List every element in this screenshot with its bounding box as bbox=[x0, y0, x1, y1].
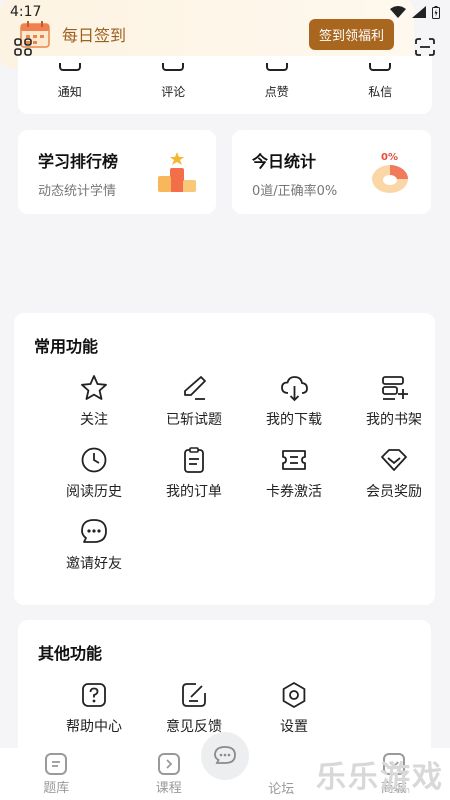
common-functions-card: 常用功能 关注 已斩试题 我的下载 我的书架 阅读历史 我的订单 卡券激活 会员… bbox=[14, 313, 435, 605]
battery-icon bbox=[432, 5, 440, 19]
message-item-private[interactable]: 私信 bbox=[340, 63, 420, 100]
like-icon bbox=[265, 63, 288, 71]
function-downloads[interactable]: 我的下载 bbox=[244, 373, 344, 429]
accuracy-ring-label: 0% bbox=[381, 152, 398, 163]
status-bar: 4:17 bbox=[0, 0, 450, 24]
help-icon bbox=[82, 683, 106, 707]
today-stats-card[interactable]: 今日统计 0道/正确率0% 0% bbox=[232, 130, 431, 214]
function-help-center[interactable]: 帮助中心 bbox=[44, 680, 144, 736]
common-functions-grid: 关注 已斩试题 我的下载 我的书架 阅读历史 我的订单 卡券激活 会员奖励 邀请… bbox=[44, 373, 422, 573]
other-functions-title: 其他功能 bbox=[38, 644, 103, 663]
knife-icon bbox=[184, 376, 206, 400]
private-message-icon bbox=[369, 63, 392, 71]
message-shortcuts: 通知 评论 点赞 私信 bbox=[18, 56, 432, 114]
function-invite-friends[interactable]: 邀请好友 bbox=[44, 517, 144, 573]
function-label: 我的书架 bbox=[366, 412, 422, 428]
watermark-logo: 乐乐游戏 bbox=[316, 760, 444, 795]
function-bookshelf[interactable]: 我的书架 bbox=[344, 373, 444, 429]
function-label: 阅读历史 bbox=[66, 484, 122, 500]
grid-menu-icon[interactable] bbox=[14, 38, 32, 56]
function-solved-questions[interactable]: 已斩试题 bbox=[144, 373, 244, 429]
message-label: 评论 bbox=[161, 85, 186, 99]
function-reading-history[interactable]: 阅读历史 bbox=[44, 445, 144, 501]
forum-chat-icon bbox=[214, 746, 236, 764]
status-icons bbox=[390, 5, 440, 19]
notice-icon bbox=[58, 63, 81, 71]
function-label: 关注 bbox=[80, 412, 108, 428]
function-label: 邀请好友 bbox=[66, 556, 122, 572]
courses-icon bbox=[157, 752, 180, 775]
message-item-like[interactable]: 点赞 bbox=[237, 63, 317, 100]
watermark-domain: ·com bbox=[387, 786, 410, 796]
function-orders[interactable]: 我的订单 bbox=[144, 445, 244, 501]
message-label: 通知 bbox=[57, 85, 82, 99]
scan-icon[interactable] bbox=[414, 37, 436, 57]
function-coupon-activate[interactable]: 卡券激活 bbox=[244, 445, 344, 501]
function-label: 会员奖励 bbox=[366, 484, 422, 500]
ticket-icon bbox=[282, 450, 306, 470]
forum-center-button[interactable] bbox=[201, 732, 249, 780]
function-follow[interactable]: 关注 bbox=[44, 373, 144, 429]
question-bank-icon bbox=[45, 752, 68, 775]
function-label: 帮助中心 bbox=[66, 719, 122, 735]
cloud-download-icon bbox=[281, 376, 308, 402]
clock-icon bbox=[81, 447, 107, 473]
star-icon bbox=[81, 375, 107, 400]
tab-question-bank[interactable]: 题库 bbox=[11, 752, 101, 796]
other-functions-grid: 帮助中心 意见反馈 设置 bbox=[44, 680, 411, 736]
message-label: 私信 bbox=[368, 85, 393, 99]
clipboard-icon bbox=[184, 447, 204, 473]
signal-icon bbox=[412, 6, 426, 18]
function-label: 已斩试题 bbox=[166, 412, 222, 428]
wifi-icon bbox=[390, 6, 406, 18]
bookshelf-add-icon bbox=[382, 376, 408, 400]
status-time: 4:17 bbox=[10, 4, 42, 20]
function-label: 我的订单 bbox=[166, 484, 222, 500]
function-label: 我的下载 bbox=[266, 412, 322, 428]
function-label: 意见反馈 bbox=[166, 719, 222, 735]
message-item-comment[interactable]: 评论 bbox=[133, 63, 213, 100]
tab-label: 课程 bbox=[155, 780, 182, 796]
function-label: 卡券激活 bbox=[266, 484, 322, 500]
function-settings[interactable]: 设置 bbox=[244, 680, 344, 736]
settings-icon bbox=[282, 682, 306, 708]
tab-label: 论坛 bbox=[268, 781, 295, 797]
tab-label: 题库 bbox=[43, 780, 70, 796]
function-member-rewards[interactable]: 会员奖励 bbox=[344, 445, 444, 501]
donut-chart-icon bbox=[372, 165, 408, 193]
comment-icon bbox=[162, 63, 185, 71]
message-item-notice[interactable]: 通知 bbox=[30, 63, 110, 100]
ranking-card[interactable]: 学习排行榜 动态统计学情 bbox=[18, 130, 216, 214]
accuracy-ring: 0% bbox=[371, 152, 411, 196]
diamond-icon bbox=[381, 449, 407, 471]
common-functions-title: 常用功能 bbox=[34, 337, 99, 356]
chat-bubble-icon bbox=[81, 519, 107, 543]
podium-icon bbox=[158, 152, 196, 192]
function-label: 设置 bbox=[280, 719, 308, 735]
message-label: 点赞 bbox=[264, 85, 289, 99]
feedback-icon bbox=[182, 683, 206, 707]
function-feedback[interactable]: 意见反馈 bbox=[144, 680, 244, 736]
tab-forum[interactable]: 论坛 bbox=[236, 752, 326, 797]
